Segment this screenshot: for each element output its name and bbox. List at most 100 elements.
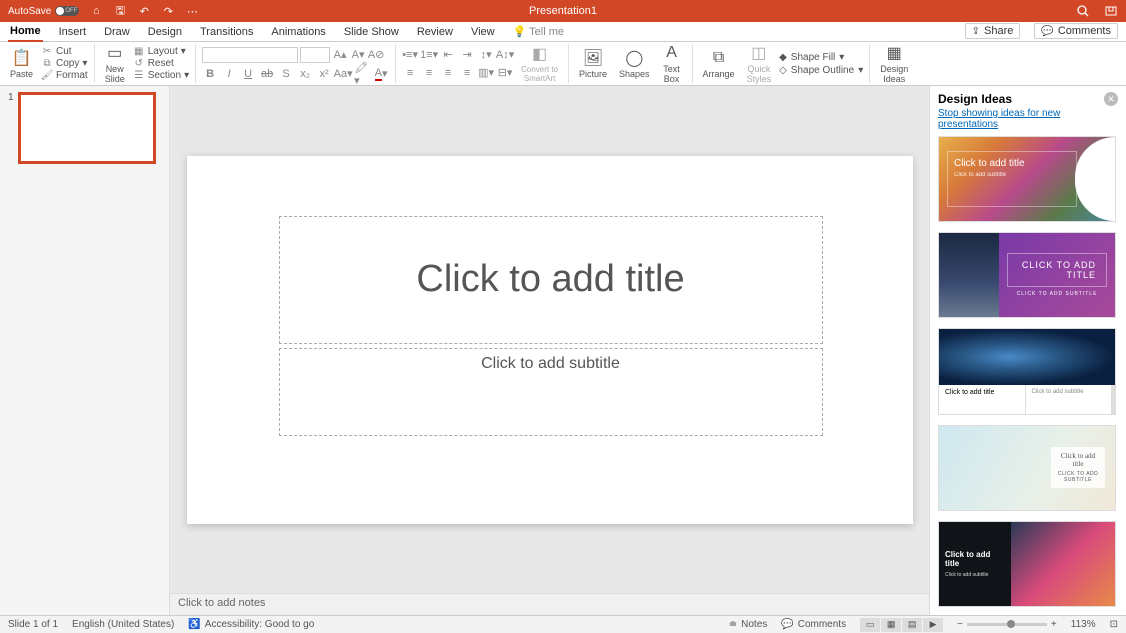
language-status[interactable]: English (United States) xyxy=(72,619,174,630)
arrange-button[interactable]: ⧉Arrange xyxy=(699,48,739,79)
numbering-button[interactable]: 1≡▾ xyxy=(421,48,437,62)
slide-canvas-area[interactable]: Click to add title Click to add subtitle xyxy=(170,86,929,593)
notes-pane[interactable]: Click to add notes xyxy=(170,593,929,615)
highlight-button[interactable]: 🖍▾ xyxy=(354,67,370,81)
redo-icon[interactable]: ↷ xyxy=(161,4,175,18)
design-idea-2[interactable]: CLICK TO ADD TITLECLICK TO ADD SUBTITLE xyxy=(938,232,1116,318)
tab-animations[interactable]: Animations xyxy=(269,24,327,41)
font-name-input[interactable] xyxy=(202,47,298,63)
subscript-button[interactable]: x₂ xyxy=(297,67,313,81)
tab-insert[interactable]: Insert xyxy=(57,24,89,41)
more-icon[interactable]: ⋯ xyxy=(185,4,199,18)
slide-thumbnail-1[interactable] xyxy=(18,92,156,164)
underline-button[interactable]: U xyxy=(240,67,256,81)
align-left-button[interactable]: ≡ xyxy=(402,66,418,80)
textbox-button[interactable]: AText Box xyxy=(658,43,686,84)
section-button[interactable]: ☰Section ▾ xyxy=(133,70,189,81)
slide-count: Slide 1 of 1 xyxy=(8,619,58,630)
columns-button[interactable]: ▥▾ xyxy=(478,66,494,80)
slideshow-view-button[interactable]: ▶ xyxy=(923,618,943,632)
indent-left-button[interactable]: ⇤ xyxy=(440,48,456,62)
tab-slideshow[interactable]: Slide Show xyxy=(342,24,401,41)
save-icon[interactable]: 🖫 xyxy=(113,4,127,18)
tab-design[interactable]: Design xyxy=(146,24,184,41)
increase-font-icon[interactable]: A▴ xyxy=(332,47,348,63)
autosave-toggle[interactable]: AutoSave OFF xyxy=(8,6,79,17)
notes-toggle[interactable]: ≐Notes xyxy=(729,619,768,630)
search-icon[interactable] xyxy=(1076,4,1090,18)
font-size-input[interactable] xyxy=(300,47,330,63)
shadow-button[interactable]: S xyxy=(278,67,294,81)
sorter-view-button[interactable]: ▦ xyxy=(881,618,901,632)
title-placeholder[interactable]: Click to add title xyxy=(279,216,823,344)
status-bar: Slide 1 of 1 English (United States) ♿Ac… xyxy=(0,615,1126,633)
accessibility-icon: ♿ xyxy=(188,619,200,630)
share-button[interactable]: ⇪Share xyxy=(965,23,1021,39)
shapes-button[interactable]: ◯Shapes xyxy=(615,48,654,79)
zoom-slider[interactable] xyxy=(967,623,1047,626)
accessibility-status[interactable]: ♿Accessibility: Good to go xyxy=(188,619,314,630)
comments-toggle[interactable]: 💬Comments xyxy=(781,619,846,630)
tab-review[interactable]: Review xyxy=(415,24,455,41)
slide[interactable]: Click to add title Click to add subtitle xyxy=(187,156,913,524)
paste-button[interactable]: 📋 Paste xyxy=(6,48,37,79)
font-color-button[interactable]: A▾ xyxy=(373,67,389,81)
layout-button[interactable]: ▦Layout ▾ xyxy=(133,46,189,57)
tab-draw[interactable]: Draw xyxy=(102,24,132,41)
design-ideas-title: Design Ideas xyxy=(938,92,1012,106)
design-idea-4[interactable]: Click to add titleCLICK TO ADD SUBTITLE xyxy=(938,425,1116,511)
shape-outline-button[interactable]: ◇Shape Outline ▾ xyxy=(779,65,863,76)
subtitle-placeholder[interactable]: Click to add subtitle xyxy=(279,348,823,436)
comments-button[interactable]: 💬Comments xyxy=(1034,23,1118,39)
section-icon: ☰ xyxy=(133,70,145,81)
align-center-button[interactable]: ≡ xyxy=(421,66,437,80)
quick-styles-button[interactable]: ◫Quick Styles xyxy=(743,43,776,84)
superscript-button[interactable]: x² xyxy=(316,67,332,81)
zoom-out-button[interactable]: − xyxy=(957,619,963,630)
convert-smartart-button[interactable]: ◧ Convert to SmartArt xyxy=(517,44,562,83)
copy-button[interactable]: ⧉Copy ▾ xyxy=(41,58,88,69)
shapes-icon: ◯ xyxy=(624,48,644,68)
shape-fill-button[interactable]: ◆Shape Fill ▾ xyxy=(779,52,863,63)
bold-button[interactable]: B xyxy=(202,67,218,81)
format-painter-button[interactable]: 🖌Format xyxy=(41,70,88,81)
design-idea-3[interactable]: Click to add titleClick to add subtitle xyxy=(938,328,1116,414)
tab-home[interactable]: Home xyxy=(8,23,43,42)
align-justify-button[interactable]: ≡ xyxy=(459,66,475,80)
share-icon: ⇪ xyxy=(972,26,980,37)
reading-view-button[interactable]: ▤ xyxy=(902,618,922,632)
design-idea-5[interactable]: Click to add titleClick to add subtitle xyxy=(938,521,1116,607)
close-panel-icon[interactable]: ✕ xyxy=(1104,92,1118,106)
new-slide-button[interactable]: ▭ New Slide xyxy=(101,43,129,84)
align-text-button[interactable]: ⊟▾ xyxy=(497,66,513,80)
tab-transitions[interactable]: Transitions xyxy=(198,24,255,41)
strike-button[interactable]: ab xyxy=(259,67,275,81)
italic-button[interactable]: I xyxy=(221,67,237,81)
bullets-button[interactable]: •≡▾ xyxy=(402,48,418,62)
indent-right-button[interactable]: ⇥ xyxy=(459,48,475,62)
cut-button[interactable]: ✂Cut xyxy=(41,46,88,57)
home-icon[interactable]: ⌂ xyxy=(89,4,103,18)
text-direction-button[interactable]: A↕▾ xyxy=(497,48,513,62)
stop-showing-link[interactable]: Stop showing ideas for new presentations xyxy=(930,108,1126,136)
zoom-level[interactable]: 113% xyxy=(1071,619,1096,630)
picture-button[interactable]: 🖼Picture xyxy=(575,48,611,79)
design-ideas-button[interactable]: ▦Design Ideas xyxy=(876,43,912,84)
clear-format-icon[interactable]: A⊘ xyxy=(368,47,384,63)
line-spacing-button[interactable]: ↕▾ xyxy=(478,48,494,62)
fit-to-window-button[interactable]: ⊡ xyxy=(1110,619,1118,630)
align-right-button[interactable]: ≡ xyxy=(440,66,456,80)
tab-view[interactable]: View xyxy=(469,24,497,41)
brush-icon: 🖌 xyxy=(41,70,53,81)
change-case-button[interactable]: Aa▾ xyxy=(335,67,351,81)
normal-view-button[interactable]: ▭ xyxy=(860,618,880,632)
undo-icon[interactable]: ↶ xyxy=(137,4,151,18)
toggle-switch[interactable]: OFF xyxy=(55,6,79,16)
reset-button[interactable]: ↺Reset xyxy=(133,58,189,69)
zoom-in-button[interactable]: + xyxy=(1051,619,1057,630)
quick-styles-icon: ◫ xyxy=(749,43,769,63)
design-idea-1[interactable]: Click to add titleClick to add subtitle xyxy=(938,136,1116,222)
share-ribbon-icon[interactable] xyxy=(1104,4,1118,18)
copy-icon: ⧉ xyxy=(41,58,53,69)
tab-tellme[interactable]: 💡 Tell me xyxy=(511,23,566,41)
